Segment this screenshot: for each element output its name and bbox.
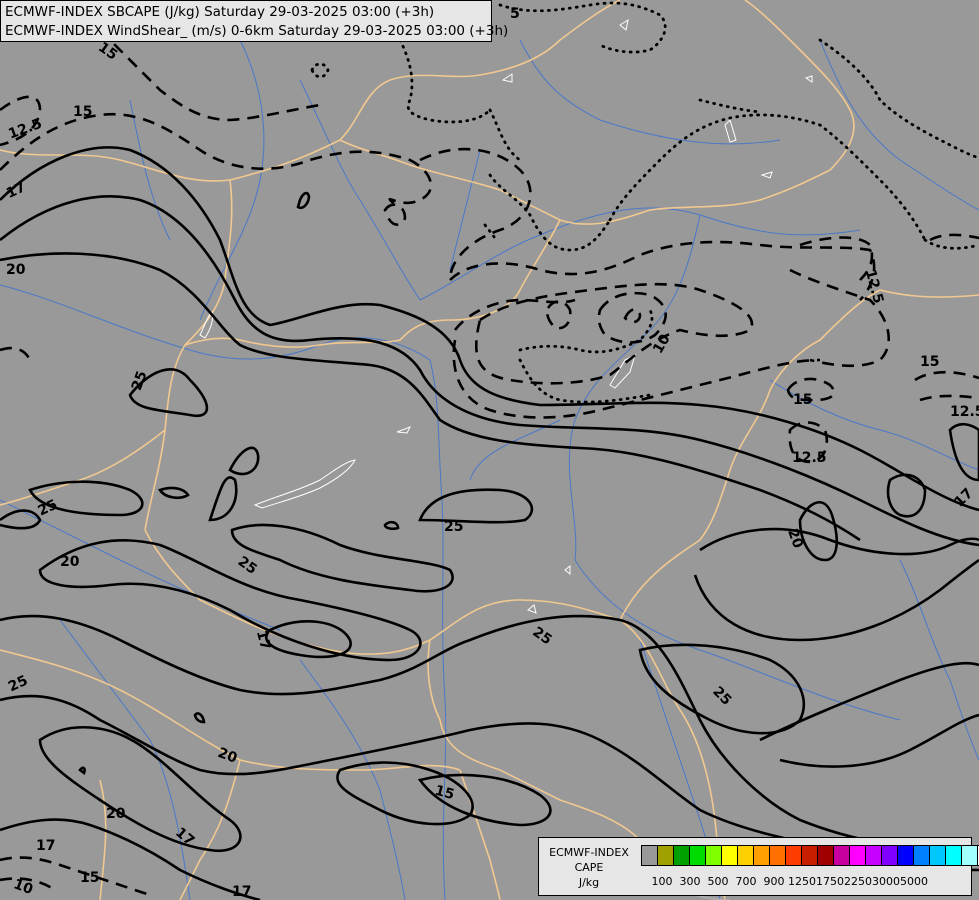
contour-label: 15 [80,870,99,886]
legend-swatch [929,845,946,866]
legend-tick-label: 5000 [900,875,928,888]
legend-tick-label: 1250 [788,875,816,888]
legend-line-unit: J/kg [578,876,600,889]
legend-swatch [849,845,866,866]
legend-tick-label: 1750 [816,875,844,888]
contour-label: 12.5 [792,450,827,466]
legend-swatch [753,845,770,866]
legend-swatch [673,845,690,866]
legend-swatch [945,845,962,866]
legend-swatch [865,845,882,866]
legend-tick-label: 900 [763,875,785,888]
legend-color-scale [641,845,979,866]
legend-tick-label: 100 [651,875,673,888]
legend-tick-labels: 100 300 500 700 900 1250 1750 2250 3000 5000 [641,875,971,891]
contour-label: 15 [793,392,812,408]
legend-swatch [769,845,786,866]
legend-swatch [657,845,674,866]
legend-tick-label: 700 [735,875,757,888]
contour-label: 15 [73,104,92,120]
title-line-windshear: ECMWF-INDEX WindShear_ (m/s) 0-6km Satur… [5,23,509,39]
legend-tick-label: 500 [707,875,729,888]
legend-swatch [801,845,818,866]
legend-swatch [961,845,978,866]
legend-tick-label: 2250 [844,875,872,888]
legend-swatch [785,845,802,866]
contour-label: 17 [232,884,251,900]
legend-tick-label: 300 [679,875,701,888]
contour-label: 25 [444,519,463,535]
contour-label: 5 [510,6,520,22]
contour-label: 20 [6,262,26,278]
contour-label: 12.5 [950,404,979,420]
legend-line-source: ECMWF-INDEX [549,846,629,859]
weather-map: 15 12.5 17 20 25 10 12.5 15 12.5 15 12.5… [0,0,979,900]
legend-swatch [833,845,850,866]
legend-swatch [705,845,722,866]
contour-label: 15 [920,354,939,370]
contour-label: 17 [36,838,55,854]
legend-swatch [737,845,754,866]
contour-label: 20 [106,806,126,822]
legend-line-variable: CAPE [574,861,604,874]
cape-legend: ECMWF-INDEX CAPE J/kg 100 300 500 700 900 125… [538,837,979,896]
contour-label: 20 [60,554,80,570]
title-line-cape: ECMWF-INDEX SBCAPE (J/kg) Saturday 29-03… [5,4,435,20]
legend-swatch [689,845,706,866]
legend-swatch [721,845,738,866]
legend-swatch [881,845,898,866]
map-title-box: ECMWF-INDEX SBCAPE (J/kg) Saturday 29-03… [0,0,509,42]
legend-swatch [641,845,658,866]
legend-swatch [897,845,914,866]
legend-title: ECMWF-INDEX CAPE J/kg [541,845,637,890]
legend-tick-label: 3000 [872,875,900,888]
legend-swatch [913,845,930,866]
legend-swatch [817,845,834,866]
